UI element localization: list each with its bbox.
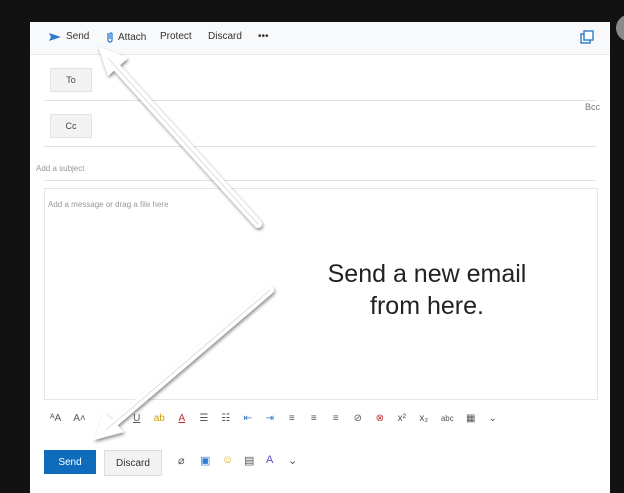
protect-command-label: Protect [160, 31, 192, 42]
annotation-line-1: Send a new email [327, 260, 527, 288]
send-button[interactable]: Send [44, 450, 96, 474]
annotation-text: Send a new email from here. [262, 258, 592, 322]
discard-button-label: Discard [116, 457, 150, 469]
to-label: To [66, 75, 76, 85]
bullets-icon[interactable]: ☰ [199, 413, 209, 424]
format-toolbar: ᴬA A˄ U ab A ☰ ☷ ⇤ ⇥ ≡ ≡ ≡ ⊘ ⊗ x² x₂ abc… [50, 408, 510, 428]
window-frame-left [0, 0, 30, 493]
command-bar: Send Attach Protect Discard ••• [30, 22, 610, 55]
chevron-down-icon[interactable]: ⌄ [488, 413, 498, 424]
send-command[interactable]: Send [48, 31, 89, 42]
discard-button[interactable]: Discard [104, 450, 162, 476]
popout-icon[interactable] [580, 30, 594, 44]
paperclip-icon[interactable]: ⌀ [178, 454, 185, 467]
subject-input[interactable]: Add a subject [36, 164, 84, 173]
superscript-icon[interactable]: x² [397, 413, 407, 424]
align-right-icon[interactable]: ≡ [331, 413, 341, 424]
window-frame-top [0, 0, 624, 22]
protect-command[interactable]: Protect [160, 31, 192, 42]
more-options-label: ••• [258, 31, 269, 42]
discard-command[interactable]: Discard [208, 31, 242, 42]
cc-label: Cc [65, 121, 77, 131]
subject-underline [44, 180, 596, 181]
font-size-icon[interactable]: ᴬA [50, 413, 61, 424]
send-icon [49, 32, 61, 41]
highlight-icon[interactable]: ab [154, 413, 165, 424]
numbering-icon[interactable]: ☷ [221, 413, 231, 424]
send-button-label: Send [58, 456, 82, 468]
outdent-icon[interactable]: ⇤ [243, 413, 253, 424]
link-icon[interactable]: ⊘ [353, 413, 363, 424]
table-icon[interactable]: ▦ [466, 413, 476, 424]
emoji-icon[interactable]: ☺ [222, 454, 233, 466]
to-row[interactable]: To [44, 56, 596, 101]
image-icon[interactable]: ▣ [200, 454, 210, 467]
message-body-placeholder: Add a message or drag a file here [48, 200, 169, 209]
compose-window: Send Attach Protect Discard ••• To Bcc C… [30, 14, 624, 493]
more-options-button[interactable]: ••• [258, 31, 269, 42]
font-color-icon[interactable]: A [177, 413, 187, 424]
discard-command-label: Discard [208, 31, 242, 42]
grow-font-icon[interactable]: A˄ [73, 413, 86, 424]
annotation-line-2: from here. [370, 292, 484, 320]
strikethrough-icon[interactable]: abc [441, 414, 454, 423]
send-command-label: Send [66, 31, 90, 42]
paperclip-icon [107, 32, 113, 43]
window-frame-right [610, 0, 624, 493]
indent-icon[interactable]: ⇥ [265, 413, 275, 424]
subscript-icon[interactable]: x₂ [419, 413, 429, 424]
editor-icon[interactable]: A [266, 454, 273, 466]
calendar-icon[interactable]: ▤ [244, 454, 254, 467]
unlink-icon[interactable]: ⊗ [375, 413, 385, 424]
attach-command-label: Attach [118, 31, 147, 43]
cc-row[interactable]: Cc [44, 104, 596, 147]
underline-icon[interactable]: U [132, 413, 142, 424]
chevron-down-icon[interactable]: ⌄ [288, 454, 297, 467]
cc-button[interactable]: Cc [50, 114, 92, 138]
attach-command[interactable]: Attach [106, 31, 146, 43]
align-left-icon[interactable]: ≡ [287, 413, 297, 424]
to-button[interactable]: To [50, 68, 92, 92]
align-center-icon[interactable]: ≡ [309, 413, 319, 424]
